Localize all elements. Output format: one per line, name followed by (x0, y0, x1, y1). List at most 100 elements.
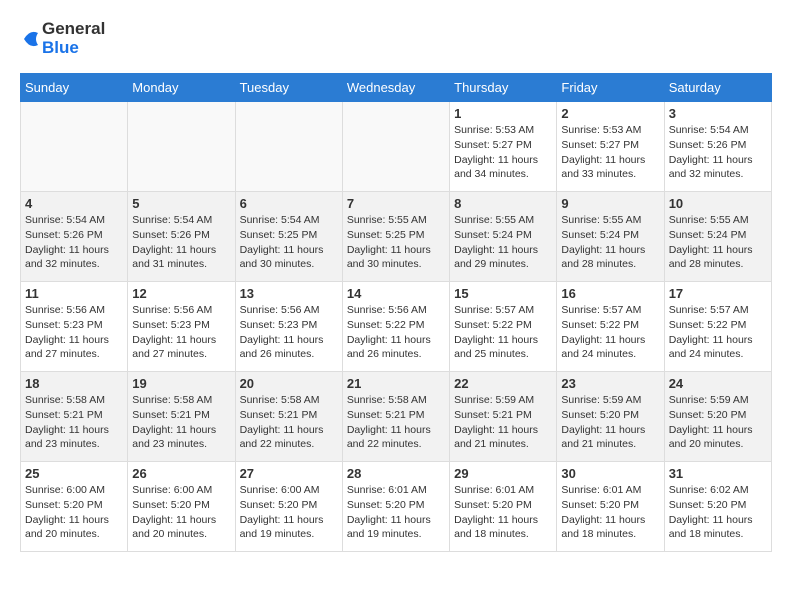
calendar-cell: 5 Sunrise: 5:54 AM Sunset: 5:26 PM Daylig… (128, 192, 235, 282)
calendar-cell: 19Sunrise: 5:58 AM Sunset: 5:21 PM Dayli… (128, 372, 235, 462)
calendar-cell: 7Sunrise: 5:55 AM Sunset: 5:25 PM Daylig… (342, 192, 449, 282)
calendar-cell: 14 Sunrise: 5:56 AM Sunset: 5:22 PM Dayli… (342, 282, 449, 372)
day-number: 21 (347, 376, 445, 391)
day-number: 13 (240, 286, 338, 301)
day-header-sunday: Sunday (21, 74, 128, 102)
cell-info: Sunrise: 5:58 AM Sunset: 5:21 PM Dayligh… (25, 393, 123, 452)
cell-info: Sunrise: 5:55 AM Sunset: 5:24 PM Dayligh… (669, 213, 767, 272)
calendar-cell: 20 Sunrise: 5:58 AM Sunset: 5:21 PM Dayli… (235, 372, 342, 462)
day-number: 19 (132, 376, 230, 391)
week-row-2: 4 Sunrise: 5:54 AM Sunset: 5:26 PM Daylig… (21, 192, 772, 282)
calendar-cell: 27 Sunrise: 6:00 AM Sunset: 5:20 PM Dayli… (235, 462, 342, 552)
day-number: 14 (347, 286, 445, 301)
calendar-cell: 28 Sunrise: 6:01 AM Sunset: 5:20 PM Dayli… (342, 462, 449, 552)
calendar-cell: 30 Sunrise: 6:01 AM Sunset: 5:20 PM Dayli… (557, 462, 664, 552)
cell-info: Sunrise: 5:57 AM Sunset: 5:22 PM Dayligh… (561, 303, 659, 362)
cell-info: Sunrise: 5:54 AM Sunset: 5:25 PM Dayligh… (240, 213, 338, 272)
day-number: 26 (132, 466, 230, 481)
calendar-cell: 15 Sunrise: 5:57 AM Sunset: 5:22 PM Dayli… (450, 282, 557, 372)
day-number: 10 (669, 196, 767, 211)
header-row: SundayMondayTuesdayWednesdayThursdayFrid… (21, 74, 772, 102)
day-number: 1 (454, 106, 552, 121)
day-number: 9 (561, 196, 659, 211)
cell-info: Sunrise: 5:58 AM Sunset: 5:21 PM Dayligh… (240, 393, 338, 452)
cell-info: Sunrise: 6:01 AM Sunset: 5:20 PM Dayligh… (347, 483, 445, 542)
calendar-cell: 12Sunrise: 5:56 AM Sunset: 5:23 PM Dayli… (128, 282, 235, 372)
day-number: 18 (25, 376, 123, 391)
day-header-tuesday: Tuesday (235, 74, 342, 102)
calendar-cell: 4 Sunrise: 5:54 AM Sunset: 5:26 PM Daylig… (21, 192, 128, 282)
day-number: 24 (669, 376, 767, 391)
day-number: 15 (454, 286, 552, 301)
calendar-cell: 23Sunrise: 5:59 AM Sunset: 5:20 PM Dayli… (557, 372, 664, 462)
cell-info: Sunrise: 5:55 AM Sunset: 5:24 PM Dayligh… (454, 213, 552, 272)
calendar-cell: 25Sunrise: 6:00 AM Sunset: 5:20 PM Dayli… (21, 462, 128, 552)
logo: General Blue (20, 20, 105, 57)
calendar-cell (235, 102, 342, 192)
cell-info: Sunrise: 6:01 AM Sunset: 5:20 PM Dayligh… (454, 483, 552, 542)
cell-info: Sunrise: 6:00 AM Sunset: 5:20 PM Dayligh… (132, 483, 230, 542)
logo-container: General Blue (20, 20, 105, 57)
cell-info: Sunrise: 5:55 AM Sunset: 5:25 PM Dayligh… (347, 213, 445, 272)
calendar-cell (21, 102, 128, 192)
calendar-cell: 9 Sunrise: 5:55 AM Sunset: 5:24 PM Daylig… (557, 192, 664, 282)
cell-info: Sunrise: 5:56 AM Sunset: 5:23 PM Dayligh… (132, 303, 230, 362)
day-number: 29 (454, 466, 552, 481)
day-number: 3 (669, 106, 767, 121)
logo-general: General (42, 20, 105, 39)
calendar-cell: 16 Sunrise: 5:57 AM Sunset: 5:22 PM Dayli… (557, 282, 664, 372)
calendar-body: 1 Sunrise: 5:53 AM Sunset: 5:27 PM Daylig… (21, 102, 772, 552)
week-row-4: 18 Sunrise: 5:58 AM Sunset: 5:21 PM Dayli… (21, 372, 772, 462)
calendar-cell: 2 Sunrise: 5:53 AM Sunset: 5:27 PM Daylig… (557, 102, 664, 192)
calendar-cell (128, 102, 235, 192)
logo-text: General Blue (42, 20, 105, 57)
calendar-cell: 26 Sunrise: 6:00 AM Sunset: 5:20 PM Dayli… (128, 462, 235, 552)
cell-info: Sunrise: 6:00 AM Sunset: 5:20 PM Dayligh… (240, 483, 338, 542)
day-header-friday: Friday (557, 74, 664, 102)
page-header: General Blue (20, 20, 772, 57)
day-number: 31 (669, 466, 767, 481)
day-number: 20 (240, 376, 338, 391)
cell-info: Sunrise: 5:59 AM Sunset: 5:21 PM Dayligh… (454, 393, 552, 452)
cell-info: Sunrise: 5:53 AM Sunset: 5:27 PM Dayligh… (454, 123, 552, 182)
cell-info: Sunrise: 5:55 AM Sunset: 5:24 PM Dayligh… (561, 213, 659, 272)
calendar-cell: 24Sunrise: 5:59 AM Sunset: 5:20 PM Dayli… (664, 372, 771, 462)
day-number: 2 (561, 106, 659, 121)
day-number: 11 (25, 286, 123, 301)
day-number: 25 (25, 466, 123, 481)
logo-blue: Blue (42, 39, 105, 58)
cell-info: Sunrise: 6:01 AM Sunset: 5:20 PM Dayligh… (561, 483, 659, 542)
calendar-cell: 13 Sunrise: 5:56 AM Sunset: 5:23 PM Dayli… (235, 282, 342, 372)
logo-bird-icon (20, 21, 40, 57)
cell-info: Sunrise: 5:53 AM Sunset: 5:27 PM Dayligh… (561, 123, 659, 182)
day-number: 27 (240, 466, 338, 481)
cell-info: Sunrise: 5:56 AM Sunset: 5:23 PM Dayligh… (25, 303, 123, 362)
day-number: 28 (347, 466, 445, 481)
day-number: 16 (561, 286, 659, 301)
day-number: 5 (132, 196, 230, 211)
day-number: 4 (25, 196, 123, 211)
calendar-table: SundayMondayTuesdayWednesdayThursdayFrid… (20, 73, 772, 552)
cell-info: Sunrise: 5:54 AM Sunset: 5:26 PM Dayligh… (132, 213, 230, 272)
cell-info: Sunrise: 5:54 AM Sunset: 5:26 PM Dayligh… (669, 123, 767, 182)
calendar-cell: 22 Sunrise: 5:59 AM Sunset: 5:21 PM Dayli… (450, 372, 557, 462)
day-number: 6 (240, 196, 338, 211)
day-header-wednesday: Wednesday (342, 74, 449, 102)
calendar-cell: 21 Sunrise: 5:58 AM Sunset: 5:21 PM Dayli… (342, 372, 449, 462)
cell-info: Sunrise: 5:54 AM Sunset: 5:26 PM Dayligh… (25, 213, 123, 272)
calendar-cell: 3 Sunrise: 5:54 AM Sunset: 5:26 PM Daylig… (664, 102, 771, 192)
cell-info: Sunrise: 5:56 AM Sunset: 5:23 PM Dayligh… (240, 303, 338, 362)
calendar-cell: 11 Sunrise: 5:56 AM Sunset: 5:23 PM Dayli… (21, 282, 128, 372)
day-number: 23 (561, 376, 659, 391)
week-row-3: 11 Sunrise: 5:56 AM Sunset: 5:23 PM Dayli… (21, 282, 772, 372)
calendar-cell: 8Sunrise: 5:55 AM Sunset: 5:24 PM Daylig… (450, 192, 557, 282)
cell-info: Sunrise: 5:58 AM Sunset: 5:21 PM Dayligh… (347, 393, 445, 452)
calendar-cell (342, 102, 449, 192)
week-row-1: 1 Sunrise: 5:53 AM Sunset: 5:27 PM Daylig… (21, 102, 772, 192)
cell-info: Sunrise: 5:56 AM Sunset: 5:22 PM Dayligh… (347, 303, 445, 362)
cell-info: Sunrise: 6:02 AM Sunset: 5:20 PM Dayligh… (669, 483, 767, 542)
cell-info: Sunrise: 5:57 AM Sunset: 5:22 PM Dayligh… (454, 303, 552, 362)
calendar-cell: 29 Sunrise: 6:01 AM Sunset: 5:20 PM Dayli… (450, 462, 557, 552)
day-number: 22 (454, 376, 552, 391)
day-number: 30 (561, 466, 659, 481)
